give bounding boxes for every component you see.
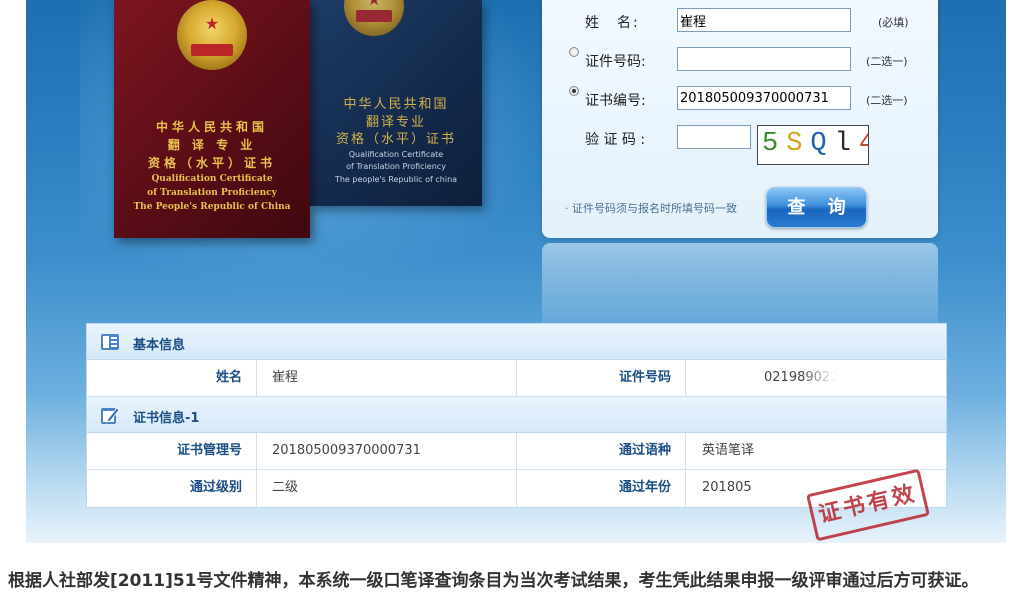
cert-number-input[interactable] [677, 86, 851, 110]
cert-mgmt-value: 201805009370000731 [257, 433, 517, 469]
table-row: 姓名 崔程 证件号码 021989022 [87, 360, 946, 397]
red-cert-cn-line-2: 翻 译 专 业 [167, 138, 257, 152]
query-button[interactable]: 查 询 [766, 187, 867, 228]
page: ★ 中华人民共和国 翻 译 专 业 资格（水平）证书 Qualification… [0, 0, 1026, 592]
choose-one-hint: (二选一) [866, 55, 908, 68]
level-label: 通过级别 [87, 470, 257, 507]
name-result-value: 崔程 [257, 360, 517, 396]
name-result-label: 姓名 [87, 360, 257, 396]
redaction-blur [686, 366, 861, 392]
red-certificate-image: ★ 中华人民共和国 翻 译 专 业 资格（水平）证书 Qualification… [114, 0, 310, 238]
info-card-icon [101, 334, 119, 350]
captcha-char: S [786, 129, 811, 159]
cert-info-header: 证书信息-1 [87, 397, 946, 433]
blue-cert-en-line-1: Qualification Certificate [348, 150, 444, 159]
captcha-label: 验 证 码 : [585, 132, 646, 148]
blue-cert-en-line-3: The people's Republic of china [334, 175, 458, 184]
cert-info-title: 证书信息-1 [133, 411, 200, 426]
captcha-char: 4 [859, 129, 868, 159]
captcha-char: l [834, 129, 859, 159]
id-result-cell: 021989022 [686, 360, 946, 396]
language-value: 英语笔译 [702, 443, 755, 458]
required-hint: (必填) [878, 16, 909, 29]
cert-mgmt-label: 证书管理号 [87, 433, 257, 469]
national-emblem-icon: ★ [344, 0, 404, 36]
red-cert-cn-line-3: 资格（水平）证书 [147, 156, 276, 170]
id-number-label: 证件号码: [585, 54, 646, 70]
captcha-char: 5 [762, 129, 787, 159]
captcha-input[interactable] [677, 125, 751, 149]
captcha-char: Q [810, 129, 835, 159]
name-input[interactable] [677, 8, 851, 32]
cert-number-label: 证书编号: [585, 93, 646, 109]
year-label: 通过年份 [517, 470, 686, 507]
choose-one-hint: (二选一) [866, 94, 908, 107]
red-cert-cn-line-1: 中华人民共和国 [155, 120, 268, 134]
name-label: 姓 名: [585, 15, 640, 31]
id-number-input[interactable] [677, 47, 851, 71]
basic-info-title: 基本信息 [133, 338, 186, 353]
policy-note: 根据人社部发[2011]51号文件精神，本系统一级口笔译查询条目为当次考试结果，… [8, 571, 979, 591]
table-row: 证书管理号 201805009370000731 通过语种 英语笔译 [87, 433, 946, 470]
blue-certificate-image: ★ 中华人民共和国 翻译专业 资格（水平）证书 Qualification Ce… [310, 0, 482, 206]
national-emblem-icon: ★ [177, 0, 247, 70]
language-label: 通过语种 [517, 433, 686, 469]
red-cert-en-line-2: of Translation Proficiency [147, 188, 277, 198]
basic-info-header: 基本信息 [87, 324, 946, 360]
captcha-image[interactable]: 5SQl4 [757, 125, 869, 165]
id-result-label: 证件号码 [517, 360, 686, 396]
red-cert-en-line-1: Qualification Certificate [151, 174, 273, 184]
blue-cert-en-line-2: of Translation Proficiency [346, 162, 446, 171]
blue-cert-cn-line-3: 资格（水平）证书 [335, 132, 456, 147]
panel-reflection [542, 243, 938, 323]
id-number-radio[interactable] [569, 47, 579, 57]
cert-number-radio[interactable] [569, 86, 579, 96]
red-cert-en-line-3: The People's Republic of China [133, 202, 291, 212]
id-match-note: · 证件号码须与报名时所填号码一致 [565, 202, 737, 215]
edit-certificate-icon [101, 407, 120, 424]
blue-cert-cn-line-1: 中华人民共和国 [343, 97, 449, 112]
level-value: 二级 [257, 470, 517, 507]
results-table: 基本信息 姓名 崔程 证件号码 021989022 证书信息-1 证书管理号 2… [86, 323, 947, 508]
